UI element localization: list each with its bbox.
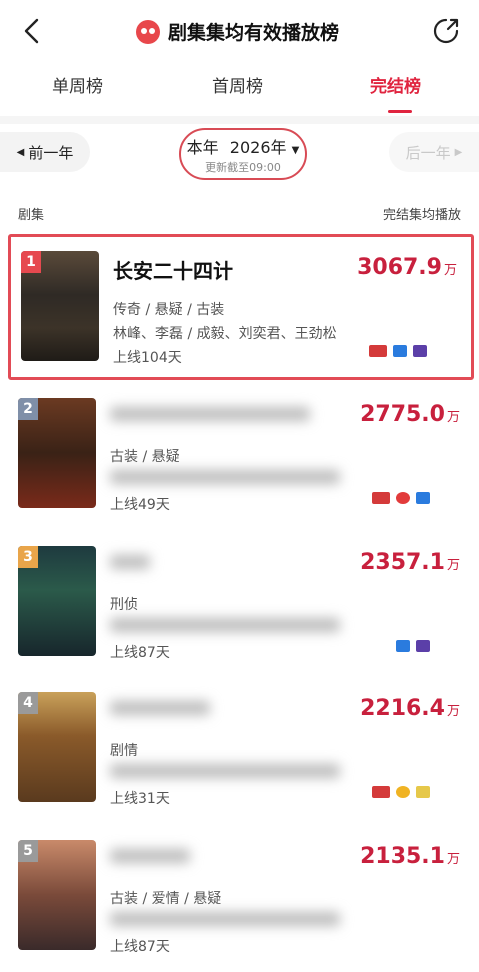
poster-image: 1 [21,251,99,361]
section-divider [0,116,479,124]
next-year-button[interactable]: 后一年 ▶ [389,132,479,172]
top-bar: 剧集集均有效播放榜 [0,0,479,62]
cctv-platform-icon [372,786,390,798]
series-cast-blurred [110,764,340,782]
series-title: 长安二十四计 [113,259,233,283]
iqiyi-platform-icon [416,786,430,798]
mgtv-platform-icon [416,640,430,652]
series-genre: 剧情 [110,743,138,759]
series-genre: 传奇 / 悬疑 / 古装 [113,302,225,318]
series-cast-blurred [110,618,340,636]
series-cast-blurred [110,470,340,488]
back-icon[interactable] [18,16,48,46]
poster-image: 3 [18,546,96,656]
youku-platform-icon [416,492,430,504]
ranking-row-4[interactable]: 4 剧情 上线31天 2216.4 万 [8,678,474,824]
column-avg-plays: 完结集均播放 [382,208,461,223]
youku-platform-icon [396,640,410,652]
share-icon[interactable] [431,16,461,46]
days-online: 上线87天 [110,645,170,661]
ranking-row-5[interactable]: 5 古装 / 爱情 / 悬疑 上线87天 2135.1 万 [8,826,474,972]
days-online: 上线49天 [110,497,170,513]
series-genre: 刑侦 [110,597,138,613]
rank-badge: 1 [21,251,41,273]
series-cast-blurred [110,912,340,930]
tab-weekly[interactable]: 单周榜 [52,72,103,97]
mgtv-platform-icon [413,345,427,357]
ranking-row-1[interactable]: 1 长安二十四计 传奇 / 悬疑 / 古装 林峰、李磊 / 成毅、刘奕君、王劲松… [8,234,474,380]
prev-year-button[interactable]: ◀ 前一年 [0,132,90,172]
rank-badge: 5 [18,840,38,862]
active-tab-indicator [388,110,412,113]
rank-badge: 3 [18,546,38,568]
column-series: 剧集 [18,208,45,223]
days-online: 上线31天 [110,791,170,807]
cctv-platform-icon [372,492,390,504]
rank-badge: 4 [18,692,38,714]
page-title: 剧集集均有效播放榜 [168,22,340,44]
avg-plays-value: 3067.9 万 [357,255,457,280]
tencent-platform-icon [396,492,410,504]
header-title-group: 剧集集均有效播放榜 [136,18,339,45]
prev-year-label: 前一年 [28,143,74,162]
app-logo-icon [136,19,160,44]
year-value: 2026年 [229,138,287,157]
ranking-row-2[interactable]: 2 古装 / 悬疑 上线49天 2775.0 万 [8,384,474,530]
caret-left-icon: ◀ [16,146,25,158]
next-year-label: 后一年 [405,143,451,162]
cctv-platform-icon [369,345,387,357]
days-online: 上线104天 [113,350,182,366]
year-navigation: ◀ 前一年 本年 2026年 ▼ 更新截至09:00 后一年 ▶ [0,128,479,182]
tab-first-week[interactable]: 首周榜 [212,72,263,97]
series-title-blurred [110,696,210,720]
avg-plays-value: 2216.4 万 [360,696,460,721]
avg-plays-value: 2357.1 万 [360,550,460,575]
tab-finished[interactable]: 完结榜 [370,72,421,97]
platform-icons [369,345,427,357]
year-selector[interactable]: 本年 2026年 ▼ 更新截至09:00 [179,128,307,180]
mango-platform-icon [396,786,410,798]
series-genre: 古装 / 爱情 / 悬疑 [110,891,222,907]
rank-badge: 2 [18,398,38,420]
youku-platform-icon [393,345,407,357]
tab-bar: 单周榜 首周榜 完结榜 [0,72,479,113]
platform-icons [396,640,430,652]
poster-image: 5 [18,840,96,950]
poster-image: 4 [18,692,96,802]
caret-right-icon: ▶ [454,146,463,158]
ranking-row-3[interactable]: 3 刑侦 上线87天 2357.1 万 [8,532,474,678]
update-note: 更新截至09:00 [205,161,281,174]
platform-icons [372,492,430,504]
avg-plays-value: 2775.0 万 [360,402,460,427]
dropdown-icon: ▼ [291,145,300,156]
column-header: 剧集 完结集均播放 [0,192,479,226]
series-title-blurred [110,550,150,574]
days-online: 上线87天 [110,939,170,955]
year-prefix: 本年 [186,138,219,157]
avg-plays-value: 2135.1 万 [360,844,460,869]
series-title-blurred [110,844,190,868]
series-cast: 林峰、李磊 / 成毅、刘奕君、王劲松 [113,326,337,342]
poster-image: 2 [18,398,96,508]
series-genre: 古装 / 悬疑 [110,449,180,465]
platform-icons [372,786,430,798]
series-title-blurred [110,402,310,426]
